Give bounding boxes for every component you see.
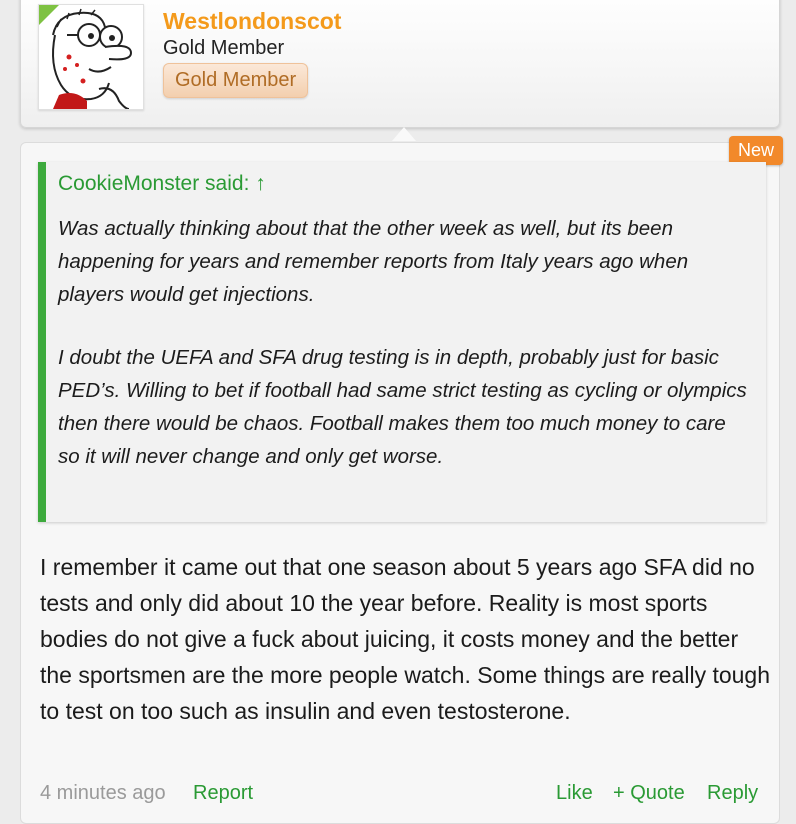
quote-author-link[interactable]: CookieMonster said: ↑ — [58, 172, 266, 196]
post-timestamp[interactable]: 4 minutes ago — [40, 782, 166, 805]
report-link[interactable]: Report — [193, 782, 253, 805]
post-text: I remember it came out that one season a… — [40, 554, 771, 724]
user-title: Gold Member — [163, 37, 285, 59]
avatar[interactable] — [38, 4, 144, 110]
new-badge: New — [729, 136, 784, 165]
reply-link[interactable]: Reply — [707, 782, 758, 805]
quote-paragraph: Was actually thinking about that the oth… — [58, 217, 689, 306]
quote-link[interactable]: + Quote — [613, 782, 685, 805]
user-banner: Gold Member — [163, 63, 309, 98]
like-link[interactable]: Like — [556, 782, 593, 805]
message-pointer-arrow — [392, 127, 416, 141]
username-link[interactable]: Westlondonscot — [163, 8, 341, 35]
online-indicator-icon — [39, 5, 59, 25]
quote-paragraph: I doubt the UEFA and SFA drug testing is… — [58, 346, 747, 468]
